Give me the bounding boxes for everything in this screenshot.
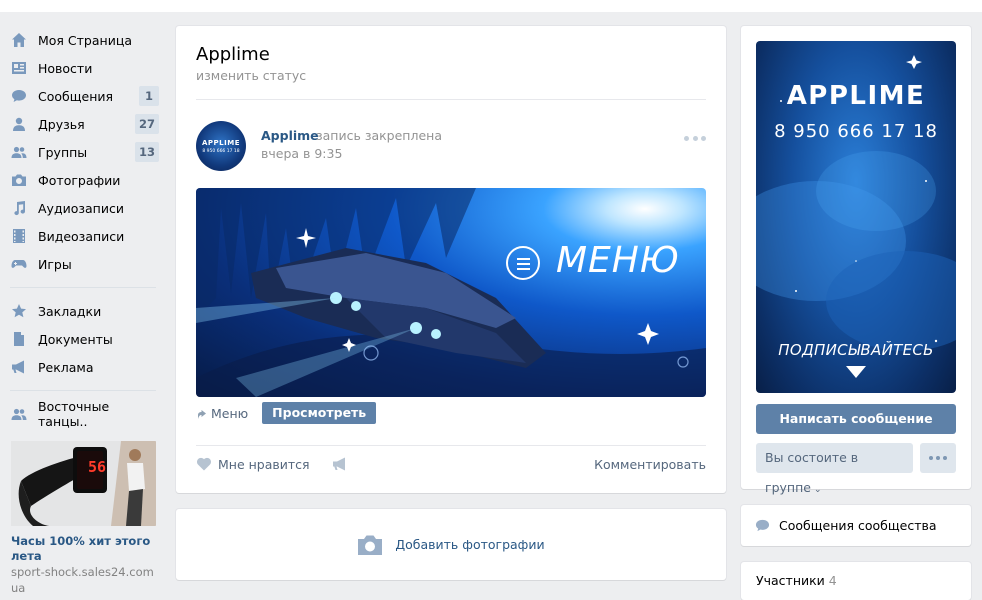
messages-icon <box>754 518 771 533</box>
megaphone-icon <box>10 359 27 376</box>
sidebar-item-friends[interactable]: Друзья 27 <box>8 110 160 138</box>
sidebar-item-games[interactable]: Игры <box>8 250 160 278</box>
sidebar-item-label: Моя Страница <box>38 32 132 48</box>
sidebar-item-label: Аудиозаписи <box>38 200 124 216</box>
divider <box>196 99 706 100</box>
send-message-button[interactable]: Написать сообщение <box>756 404 956 434</box>
sidebar-ad[interactable]: 56 Часы 100% хит этого лета sport-shock.… <box>11 441 157 596</box>
add-photos-label[interactable]: Добавить фотографии <box>395 537 544 552</box>
wiki-link-row: Меню Просмотреть <box>196 402 377 424</box>
group-main-card: Applime изменить статус APPLIME 8 950 66… <box>176 26 726 493</box>
page-title: Applime <box>196 44 270 65</box>
spaceship-illustration <box>196 188 706 397</box>
members-label: Участники <box>756 573 825 588</box>
members-card[interactable]: Участники 4 <box>741 562 971 600</box>
cover-phone-number: 8 950 666 17 18 <box>774 121 938 142</box>
sidebar-item-label: Группы <box>38 144 88 160</box>
sidebar-item-messages[interactable]: Сообщения 1 <box>8 82 160 110</box>
star-icon <box>10 303 27 320</box>
music-icon <box>10 200 27 217</box>
group-avatar-cover[interactable]: APPLIME 8 950 666 17 18 ПОДПИСЫВАЙТЕСЬ <box>756 41 956 393</box>
camera-icon <box>10 172 27 189</box>
edit-status-link[interactable]: изменить статус <box>196 68 306 83</box>
sidebar-divider <box>10 390 156 391</box>
sidebar-item-my-page[interactable]: Моя Страница <box>8 26 160 54</box>
sidebar-divider <box>10 287 156 288</box>
sidebar-item-eastern-dance-group[interactable]: Восточные танцы.. <box>8 399 160 429</box>
post-menu-banner[interactable]: МЕНЮ <box>196 188 706 397</box>
news-icon <box>10 60 27 77</box>
cover-brand-title: APPLIME <box>786 81 926 111</box>
ad-url-continuation: ua <box>11 581 26 595</box>
sidebar-item-news[interactable]: Новости <box>8 54 160 82</box>
post-pinned-label: запись закреплена <box>316 128 442 143</box>
wiki-menu-link[interactable]: Меню <box>211 406 248 421</box>
post-author-link[interactable]: Applime <box>261 128 319 143</box>
membership-label: Вы состоите в группе <box>765 450 859 495</box>
camera-icon <box>357 534 383 556</box>
sidebar-item-bookmarks[interactable]: Закладки <box>8 297 160 325</box>
sidebar-item-label: Игры <box>38 256 72 272</box>
top-bar <box>0 0 982 12</box>
groups-count-badge: 13 <box>134 142 159 162</box>
view-button[interactable]: Просмотреть <box>262 402 377 424</box>
film-icon <box>10 228 27 245</box>
link-arrow-icon <box>196 408 206 419</box>
post-actions: Мне нравится Комментировать <box>196 456 706 472</box>
document-icon <box>10 331 27 348</box>
sidebar-item-audio[interactable]: Аудиозаписи <box>8 194 160 222</box>
ad-url[interactable]: sport-shock.sales24.com <box>11 565 157 580</box>
home-icon <box>10 32 27 49</box>
ad-title[interactable]: Часы 100% хит этого лета <box>11 534 157 564</box>
comment-button[interactable]: Комментировать <box>594 457 706 472</box>
sidebar-item-label: Фотографии <box>38 172 121 188</box>
avatar-phone: 8 950 666 17 18 <box>202 148 240 154</box>
watch-illustration <box>11 441 156 526</box>
heart-icon[interactable] <box>196 456 212 472</box>
messages-icon <box>10 88 27 105</box>
membership-dropdown[interactable]: Вы состоите в группе ⌄ <box>756 443 913 495</box>
sidebar-item-label: Реклама <box>38 359 94 375</box>
group-icon <box>10 406 27 423</box>
sidebar-item-label: Документы <box>38 331 113 347</box>
post-more-button[interactable] <box>684 134 706 142</box>
ad-image[interactable]: 56 <box>11 441 156 526</box>
community-messages-card[interactable]: Сообщения сообщества <box>741 505 971 546</box>
sidebar-item-video[interactable]: Видеозаписи <box>8 222 160 250</box>
watch-digits: 56 <box>88 458 107 476</box>
chevron-down-icon: ⌄ <box>813 485 822 495</box>
messages-count-badge: 1 <box>139 86 159 106</box>
post-timestamp[interactable]: вчера в 9:35 <box>261 146 342 161</box>
members-count: 4 <box>828 573 837 588</box>
friends-icon <box>10 116 27 133</box>
sidebar-item-label: Видеозаписи <box>38 228 125 244</box>
cover-subscribe-text: ПОДПИСЫВАЙТЕСЬ <box>778 341 934 359</box>
left-sidebar: Моя Страница Новости Сообщения 1 Друзья … <box>8 26 160 596</box>
sidebar-item-groups[interactable]: Группы 13 <box>8 138 160 166</box>
sidebar-item-photos[interactable]: Фотографии <box>8 166 160 194</box>
like-button[interactable]: Мне нравится <box>218 457 310 472</box>
sidebar-item-ads[interactable]: Реклама <box>8 353 160 381</box>
more-actions-button[interactable] <box>920 443 956 473</box>
sidebar-item-label: Друзья <box>38 116 85 132</box>
sidebar-item-documents[interactable]: Документы <box>8 325 160 353</box>
divider <box>196 445 706 446</box>
community-messages-label: Сообщения сообщества <box>779 518 937 533</box>
sidebar-item-label: Новости <box>38 60 93 76</box>
groups-icon <box>10 144 27 161</box>
avatar-title: APPLIME <box>202 138 240 147</box>
sidebar-item-label: Закладки <box>38 303 102 319</box>
post-author-avatar[interactable]: APPLIME 8 950 666 17 18 <box>196 121 246 171</box>
share-megaphone-icon[interactable] <box>332 456 348 472</box>
sidebar-item-label: Восточные танцы.. <box>38 399 110 429</box>
group-cover-card: APPLIME 8 950 666 17 18 ПОДПИСЫВАЙТЕСЬ Н… <box>741 26 971 495</box>
banner-menu-text: МЕНЮ <box>556 240 680 281</box>
arrow-down-icon <box>846 366 866 378</box>
menu-circle-icon <box>506 246 540 280</box>
sidebar-item-label: Сообщения <box>38 88 114 104</box>
add-photos-card[interactable]: Добавить фотографии <box>176 509 726 580</box>
friends-count-badge: 27 <box>134 114 159 134</box>
gamepad-icon <box>10 256 27 273</box>
